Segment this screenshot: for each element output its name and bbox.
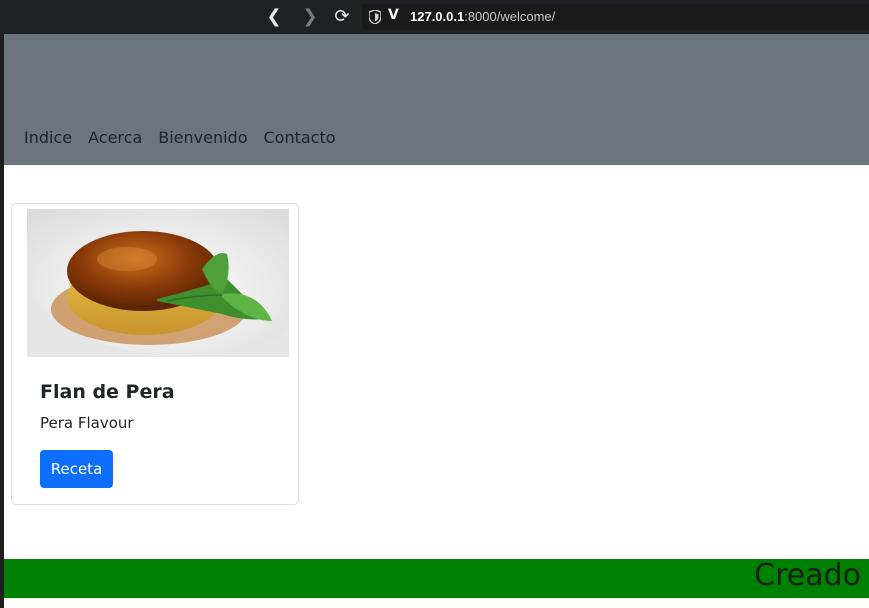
flan-image [27,209,289,357]
card-description: Pera Flavour [40,414,134,432]
flan-photo [27,209,289,357]
url-host: 127.0.0.1 [410,9,465,24]
reload-icon[interactable]: ⟳ [330,5,354,29]
vivaldi-icon: V [388,7,399,23]
recipe-card: Flan de Pera Pera Flavour Receta [11,203,299,505]
card-title: Flan de Pera [40,381,175,403]
web-page: Indice Acerca Bienvenido Contacto Flan d… [4,34,869,608]
browser-toolbar: ❮ ❯ ⟳ V 127.0.0.1:8000/welcome/ [0,0,869,34]
nav-link-indice[interactable]: Indice [24,128,72,147]
back-icon[interactable]: ❮ [262,5,286,29]
url-path: :8000/welcome/ [464,9,556,24]
nav-link-acerca[interactable]: Acerca [88,128,142,147]
forward-icon[interactable]: ❯ [298,5,322,29]
address-bar[interactable]: V 127.0.0.1:8000/welcome/ [362,4,869,30]
receta-button[interactable]: Receta [40,450,113,488]
shield-icon [369,10,381,24]
site-header: Indice Acerca Bienvenido Contacto [4,34,869,165]
nav-link-bienvenido[interactable]: Bienvenido [158,128,247,147]
site-footer: Creado [4,558,869,598]
main-nav: Indice Acerca Bienvenido Contacto [24,128,336,147]
nav-link-contacto[interactable]: Contacto [264,128,336,147]
url-text[interactable]: 127.0.0.1:8000/welcome/ [410,9,555,24]
footer-text: Creado [754,558,861,593]
